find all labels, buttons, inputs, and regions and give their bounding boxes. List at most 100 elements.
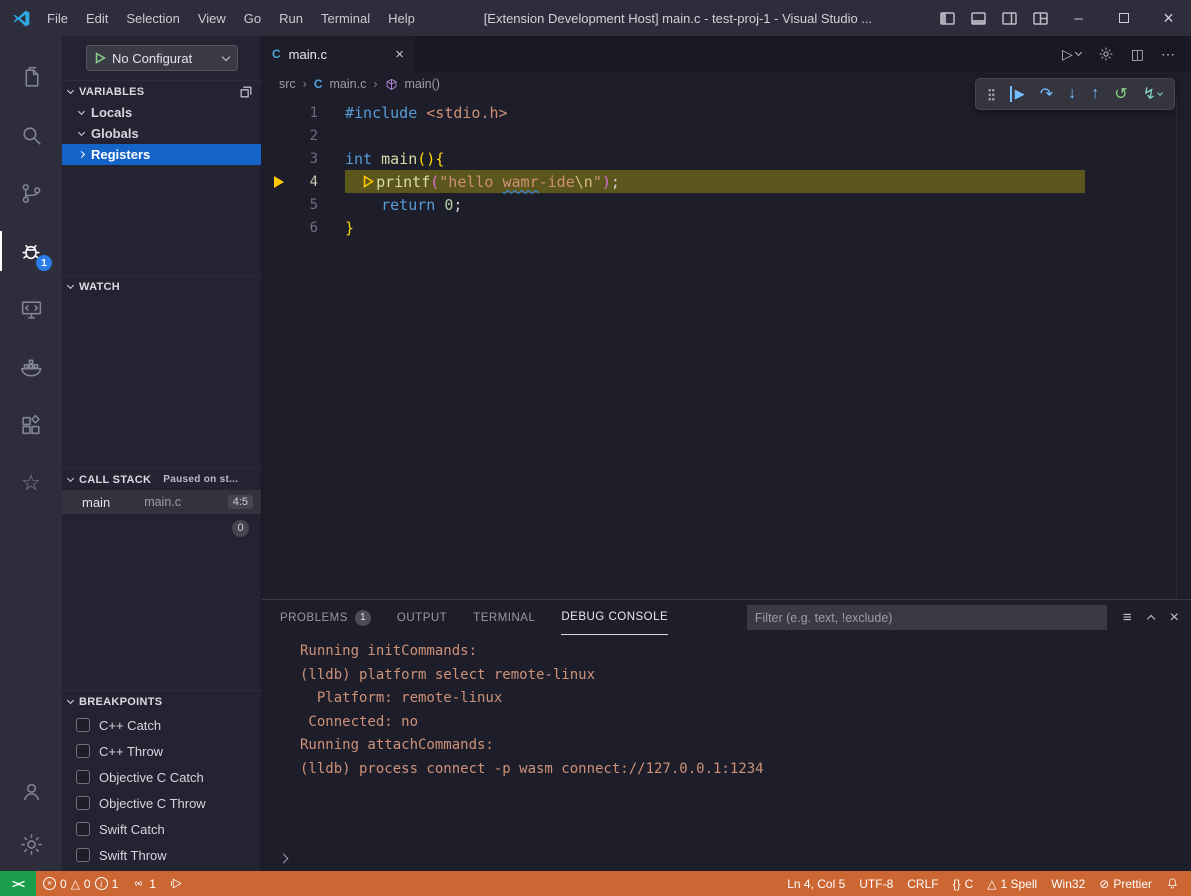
ports-status[interactable]: 1 — [125, 871, 163, 896]
run-c-file-button[interactable]: ▷ — [1062, 46, 1081, 63]
problems-status[interactable]: × 0 △ 0 i 1 — [36, 871, 125, 896]
breakpoint-checkbox[interactable] — [76, 848, 90, 862]
stack-frame-row[interactable]: main main.c 4:5 — [62, 490, 261, 514]
filter-list-icon[interactable]: ≡ — [1123, 609, 1132, 626]
activity-docker[interactable] — [0, 338, 62, 396]
activity-source-control[interactable] — [0, 164, 62, 222]
collapse-all-icon[interactable] — [239, 85, 253, 99]
console-input-row[interactable] — [262, 845, 1191, 871]
maximize-panel-icon[interactable] — [1146, 615, 1154, 623]
menu-item-run[interactable]: Run — [270, 0, 312, 36]
drag-handle-icon[interactable] — [988, 88, 995, 101]
more-actions-icon[interactable]: ⋯ — [1161, 46, 1175, 63]
panel-tab-terminal[interactable]: TERMINAL — [473, 600, 535, 635]
eol-indicator[interactable]: CRLF — [900, 871, 945, 896]
menu-item-file[interactable]: File — [38, 0, 77, 36]
debug-console-output[interactable]: Running initCommands:(lldb) platform sel… — [262, 635, 1191, 845]
menu-item-go[interactable]: Go — [235, 0, 270, 36]
encoding-indicator[interactable]: UTF-8 — [852, 871, 900, 896]
panel-tab-output[interactable]: OUTPUT — [397, 600, 447, 635]
breakpoints-header[interactable]: BREAKPOINTS — [62, 690, 261, 712]
toggle-panel-icon[interactable] — [963, 12, 994, 25]
code-line[interactable]: 5 return 0; — [262, 193, 1191, 216]
toggle-sidebar-icon[interactable] — [932, 12, 963, 25]
remote-indicator[interactable]: >< — [0, 871, 36, 896]
language-mode[interactable]: {} C — [946, 871, 981, 896]
menu-item-view[interactable]: View — [189, 0, 235, 36]
tab-main-c[interactable]: C main.c × — [262, 36, 414, 72]
debug-start-status[interactable] — [163, 871, 190, 896]
step-into-button[interactable]: ↓ — [1068, 85, 1076, 103]
split-editor-icon[interactable]: ◫ — [1131, 46, 1144, 63]
os-indicator[interactable]: Win32 — [1044, 871, 1092, 896]
breakpoint-checkbox[interactable] — [76, 770, 90, 784]
minimize-button[interactable]: – — [1056, 0, 1101, 36]
breakpoint-checkbox[interactable] — [76, 796, 90, 810]
breakpoint-item[interactable]: C++ Catch — [62, 712, 261, 738]
menu-item-terminal[interactable]: Terminal — [312, 0, 379, 36]
code-line[interactable]: 3int main(){ — [262, 147, 1191, 170]
notifications-bell[interactable] — [1159, 871, 1191, 896]
disconnect-button[interactable]: ↯ — [1143, 84, 1162, 104]
menu-item-edit[interactable]: Edit — [77, 0, 117, 36]
breakpoint-item[interactable]: Objective C Throw — [62, 790, 261, 816]
panel-tab-problems[interactable]: PROBLEMS1 — [280, 600, 371, 635]
start-debug-icon[interactable] — [95, 52, 106, 64]
activity-run-debug[interactable]: 1 — [0, 222, 62, 280]
continue-button[interactable]: ▶ — [1010, 86, 1025, 102]
debug-configuration-dropdown[interactable]: No Configurat — [86, 45, 238, 71]
panel-tab-debug-console[interactable]: DEBUG CONSOLE — [561, 600, 668, 635]
menu-bar: FileEditSelectionViewGoRunTerminalHelp — [38, 0, 424, 36]
star-icon: ☆ — [21, 472, 41, 494]
breadcrumb-src[interactable]: src — [279, 77, 296, 91]
breakpoint-item[interactable]: Swift Catch — [62, 816, 261, 842]
step-out-button[interactable]: ↑ — [1091, 85, 1099, 103]
account-button[interactable] — [0, 765, 62, 817]
customize-layout-icon[interactable] — [1025, 12, 1056, 25]
code-line[interactable]: 2 — [262, 124, 1191, 147]
activity-explorer[interactable] — [0, 48, 62, 106]
code-line[interactable]: 6} — [262, 216, 1191, 239]
account-icon — [19, 779, 44, 804]
breakpoint-item[interactable]: C++ Throw — [62, 738, 261, 764]
variables-header[interactable]: VARIABLES — [62, 80, 261, 102]
menu-item-help[interactable]: Help — [379, 0, 424, 36]
code-editor[interactable]: 1#include <stdio.h>23int main(){4 printf… — [262, 96, 1191, 599]
breakpoint-checkbox[interactable] — [76, 744, 90, 758]
breakpoint-checkbox[interactable] — [76, 718, 90, 732]
close-tab-icon[interactable]: × — [395, 46, 404, 63]
variables-scope-registers[interactable]: Registers — [62, 144, 261, 165]
breadcrumb-file[interactable]: main.c — [330, 77, 367, 91]
menu-item-selection[interactable]: Selection — [117, 0, 188, 36]
watch-header[interactable]: WATCH — [62, 275, 261, 297]
toggle-secondary-sidebar-icon[interactable] — [994, 12, 1025, 25]
maximize-button[interactable] — [1101, 0, 1146, 36]
code-line[interactable]: 4 printf("hello wamr-ide\n"); — [262, 170, 1191, 193]
activity-search[interactable] — [0, 106, 62, 164]
chevron-down-icon — [67, 474, 74, 481]
activity-remote-explorer[interactable] — [0, 280, 62, 338]
current-statement-arrow[interactable] — [262, 176, 296, 188]
formatter-status[interactable]: ⊘ Prettier — [1092, 871, 1159, 896]
breadcrumb-symbol[interactable]: main() — [405, 77, 440, 91]
breakpoint-item[interactable]: Objective C Catch — [62, 764, 261, 790]
activity-extensions[interactable] — [0, 396, 62, 454]
call-stack-header[interactable]: CALL STACK Paused on st... — [62, 468, 261, 490]
settings-button[interactable] — [0, 817, 62, 871]
variables-scope-globals[interactable]: Globals — [62, 123, 261, 144]
console-filter-input[interactable] — [747, 605, 1107, 630]
spell-checker-status[interactable]: △ 1 Spell — [980, 871, 1044, 896]
variables-scope-locals[interactable]: Locals — [62, 102, 261, 123]
activity-favorites[interactable]: ☆ — [0, 454, 62, 512]
step-over-button[interactable]: ↷ — [1040, 84, 1053, 104]
restart-button[interactable]: ↺ — [1114, 84, 1127, 104]
close-panel-icon[interactable]: × — [1170, 609, 1179, 627]
frame-position-badge: 4:5 — [228, 495, 253, 509]
breakpoint-item[interactable]: Swift Throw — [62, 842, 261, 868]
panel-tab-label: TERMINAL — [473, 612, 535, 624]
breakpoint-checkbox[interactable] — [76, 822, 90, 836]
close-button[interactable]: × — [1146, 0, 1191, 36]
errors-icon: × — [43, 877, 56, 890]
editor-settings-gear-icon[interactable] — [1098, 46, 1114, 62]
cursor-position[interactable]: Ln 4, Col 5 — [780, 871, 852, 896]
